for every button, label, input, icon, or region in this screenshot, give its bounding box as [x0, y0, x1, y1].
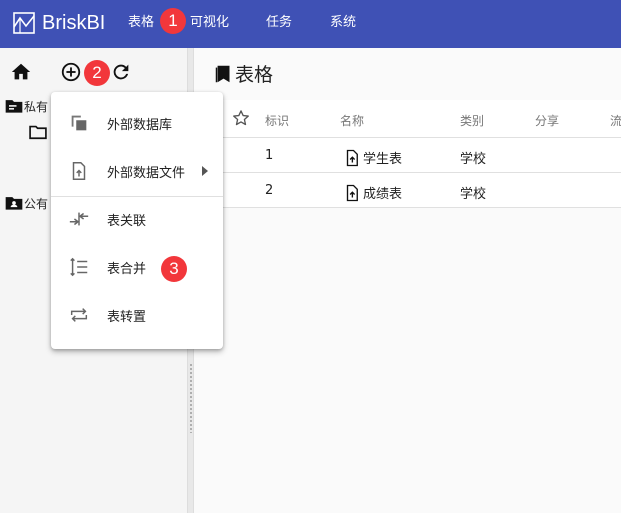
- cell-id: 1: [265, 148, 274, 163]
- step-badge-1: 1: [160, 8, 186, 34]
- page-title: 表格: [213, 60, 273, 87]
- menu-item-table-transpose[interactable]: 表转置: [51, 295, 223, 335]
- col-flow[interactable]: 流: [610, 112, 621, 129]
- menu-divider: [51, 196, 223, 197]
- nav-tasks[interactable]: 任务: [266, 0, 292, 48]
- chart-logo-icon: [13, 12, 35, 34]
- submenu-arrow-icon: [202, 166, 208, 176]
- folder-shared-icon: [5, 197, 23, 210]
- brand[interactable]: BriskBI: [12, 11, 105, 35]
- cell-name-text: 成绩表: [363, 187, 403, 202]
- menu-item-label: 表关联: [107, 213, 147, 229]
- cell-category: 学校: [460, 152, 487, 167]
- splitter-handle[interactable]: [189, 363, 193, 433]
- nav-tables[interactable]: 表格: [128, 0, 154, 48]
- col-share[interactable]: 分享: [535, 112, 559, 129]
- tree-private-label: 私有: [24, 99, 49, 114]
- page-title-text: 表格: [235, 64, 274, 86]
- nav-system[interactable]: 系统: [330, 0, 356, 48]
- col-name[interactable]: 名称: [340, 112, 364, 129]
- step-badge-3: 3: [161, 256, 187, 282]
- tree-folder[interactable]: [28, 122, 48, 142]
- file-upload-icon: [346, 184, 358, 201]
- tree-public[interactable]: 公有: [4, 193, 48, 213]
- main-content: 表格 标识 名称 类别 分享 流 1 学生表 学校 2 成绩表 学校: [195, 48, 621, 513]
- merge-arrows-icon: [69, 212, 89, 226]
- folder-outline-icon: [29, 125, 47, 140]
- table-header: 标识 名称 类别 分享 流: [195, 100, 621, 138]
- menu-item-label: 外部数据库: [107, 117, 173, 133]
- menu-item-label: 表合并: [107, 261, 147, 277]
- home-icon[interactable]: [10, 61, 32, 83]
- star-outline-icon[interactable]: [231, 108, 251, 128]
- menu-item-external-file[interactable]: 外部数据文件: [51, 151, 223, 191]
- cell-name[interactable]: 学生表: [343, 148, 402, 167]
- bookmark-icon: [215, 65, 230, 82]
- add-dropdown-menu: 外部数据库 外部数据文件 表关联 表合并 表转置: [51, 92, 223, 349]
- vertical-lines-icon: [70, 257, 88, 277]
- top-app-bar: BriskBI 表格 可视化 任务 系统 1: [0, 0, 621, 48]
- menu-item-external-database[interactable]: 外部数据库: [51, 103, 223, 143]
- nav-visualization[interactable]: 可视化: [190, 0, 229, 48]
- table-row[interactable]: 1 学生表 学校: [195, 138, 621, 173]
- file-upload-icon: [346, 149, 358, 166]
- menu-item-table-union[interactable]: 表合并: [51, 247, 223, 287]
- tree-private[interactable]: 私有: [4, 96, 48, 116]
- cell-name-text: 学生表: [363, 152, 403, 167]
- col-id[interactable]: 标识: [265, 112, 289, 129]
- app-title: BriskBI: [42, 11, 106, 34]
- file-upload-icon: [72, 162, 86, 180]
- copy-icon: [71, 115, 87, 131]
- swap-arrows-icon: [70, 308, 88, 322]
- tables-grid: 标识 名称 类别 分享 流 1 学生表 学校 2 成绩表 学校: [195, 100, 621, 208]
- cell-name[interactable]: 成绩表: [343, 183, 402, 202]
- folder-private-icon: [5, 100, 23, 113]
- menu-item-label: 表转置: [107, 309, 147, 325]
- menu-item-table-join[interactable]: 表关联: [51, 199, 223, 239]
- table-row[interactable]: 2 成绩表 学校: [195, 173, 621, 208]
- refresh-icon[interactable]: [110, 61, 132, 83]
- add-circle-icon[interactable]: [60, 61, 82, 83]
- cell-category: 学校: [460, 187, 487, 202]
- col-category[interactable]: 类别: [460, 112, 484, 129]
- step-badge-2: 2: [84, 60, 110, 86]
- cell-id: 2: [265, 183, 274, 198]
- tree-public-label: 公有: [24, 196, 49, 211]
- menu-item-label: 外部数据文件: [107, 165, 186, 181]
